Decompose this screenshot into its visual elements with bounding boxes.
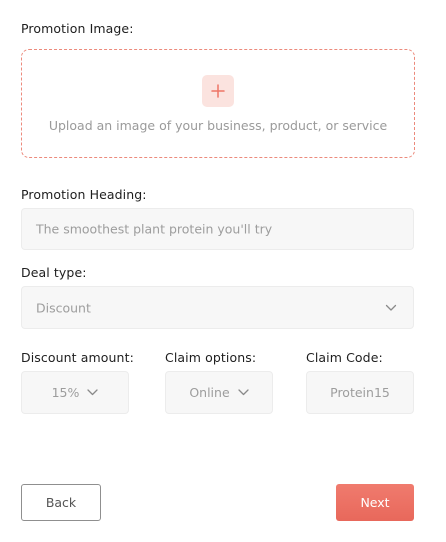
claim-options-label: Claim options:	[165, 350, 257, 365]
discount-amount-label: Discount amount:	[21, 350, 134, 365]
upload-hint-text: Upload an image of your business, produc…	[48, 118, 388, 133]
discount-amount-value: 15%	[51, 385, 80, 400]
plus-icon	[211, 84, 225, 98]
promotion-heading-input[interactable]: The smoothest plant protein you'll try	[21, 208, 414, 250]
image-upload-dropzone[interactable]: Upload an image of your business, produc…	[21, 49, 415, 158]
promotion-heading-placeholder: The smoothest plant protein you'll try	[36, 221, 273, 237]
claim-code-label: Claim Code:	[306, 350, 383, 365]
chevron-down-icon	[238, 389, 249, 396]
deal-type-label: Deal type:	[21, 265, 87, 280]
add-image-button[interactable]	[202, 75, 234, 107]
chevron-down-icon	[87, 389, 99, 396]
claim-code-value: Protein15	[330, 385, 390, 400]
promotion-image-label: Promotion Image:	[21, 21, 134, 36]
claim-code-input[interactable]: Protein15	[306, 371, 414, 414]
back-button[interactable]: Back	[21, 484, 101, 521]
next-button[interactable]: Next	[336, 484, 414, 521]
claim-options-value: Online	[189, 385, 230, 400]
claim-options-select[interactable]: Online	[165, 371, 273, 414]
deal-type-value: Discount	[36, 300, 91, 315]
discount-amount-select[interactable]: 15%	[21, 371, 129, 414]
chevron-down-icon	[385, 304, 397, 311]
deal-type-select[interactable]: Discount	[21, 286, 414, 329]
promotion-form: Promotion Image: Upload an image of your…	[0, 0, 446, 542]
promotion-heading-label: Promotion Heading:	[21, 187, 147, 202]
